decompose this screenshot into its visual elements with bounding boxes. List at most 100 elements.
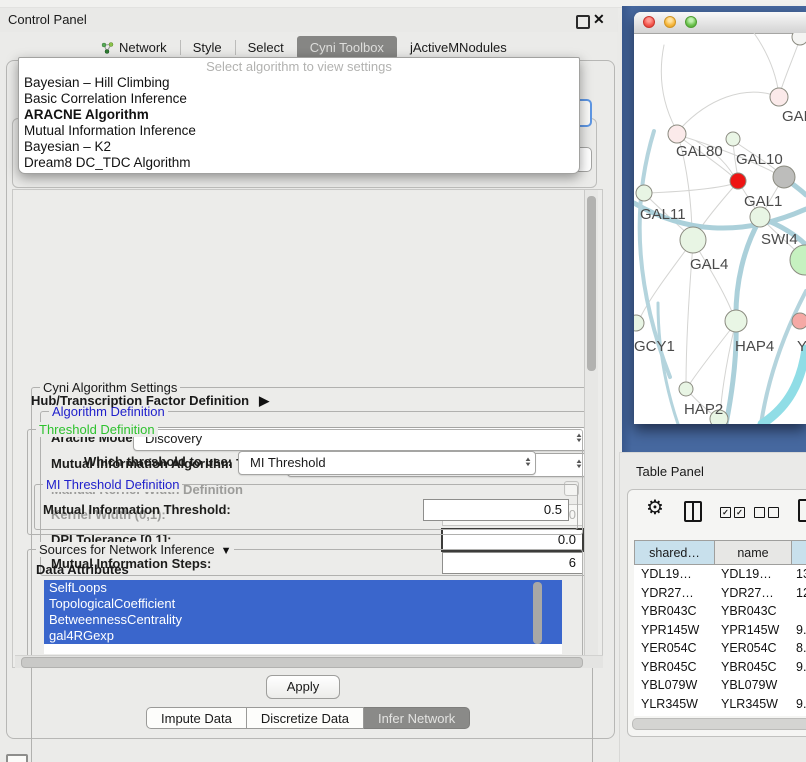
hub-factor-expander[interactable]: Hub/Transcription Factor Definition▶ [31, 393, 269, 409]
split-view-icon[interactable] [684, 501, 702, 522]
table-row[interactable]: YLR345WYLR345W9. [634, 695, 806, 714]
tab-label: Select [248, 40, 284, 55]
table-container: ⚙ ✓✓ shared…nameA YDL19…YDL19…13YDR27…YD… [627, 489, 806, 737]
attribute-item-selfloops[interactable]: SelfLoops [44, 580, 562, 596]
tab-impute-data[interactable]: Impute Data [146, 707, 247, 729]
table-row[interactable]: YIL052CYIL052C9 [634, 713, 806, 716]
gear-icon[interactable]: ⚙ [646, 495, 664, 520]
cell-shared-name: YBL079W [634, 678, 714, 692]
network-window-titlebar[interactable] [634, 12, 806, 34]
column-header-name[interactable]: name [714, 540, 791, 565]
collapsed-right-arrow-icon: ▶ [259, 393, 269, 408]
algorithm-option-aracne-algorithm[interactable]: ARACNE Algorithm [19, 107, 579, 123]
network-node[interactable] [634, 315, 644, 331]
network-edge [779, 39, 800, 96]
minimize-traffic-light-icon[interactable] [664, 16, 676, 28]
network-edge [661, 45, 678, 133]
table-header-row: shared…nameA [634, 540, 806, 565]
close-traffic-light-icon[interactable] [643, 16, 655, 28]
table-row[interactable]: YBR043CYBR043C [634, 602, 806, 621]
network-edge [754, 33, 779, 95]
zoom-traffic-light-icon[interactable] [685, 16, 697, 28]
attribute-item-topologicalcoefficient[interactable]: TopologicalCoefficient [44, 596, 562, 612]
column-header-a[interactable]: A [791, 540, 806, 565]
tab-select[interactable]: Select [235, 36, 297, 59]
bottom-tab-bar: Impute DataDiscretize DataInfer Network [146, 707, 470, 729]
algorithm-option-mutual-information-inference[interactable]: Mutual Information Inference [19, 123, 579, 139]
network-node[interactable] [750, 207, 770, 227]
attribute-item-gal4rgexp[interactable]: gal4RGexp [44, 628, 562, 644]
network-node[interactable] [730, 173, 746, 189]
table-scrollbar-thumb[interactable] [632, 718, 806, 730]
network-node[interactable] [726, 132, 740, 146]
export-table-icon[interactable] [798, 499, 806, 522]
network-graph[interactable]: GALGAL80GAL10GAL1GAL11SWI4GAL4GCY1HAP4YH… [634, 33, 806, 424]
mi-threshold-group-title: MI Threshold Definition [43, 477, 182, 492]
algorithm-option-dream8-dc-tdc-algorithm[interactable]: Dream8 DC_TDC Algorithm [19, 155, 579, 171]
cell-name: YLR345W [714, 697, 791, 711]
close-icon[interactable]: ✕ [593, 11, 605, 28]
apply-button[interactable]: Apply [266, 675, 340, 699]
algorithm-option-bayesian-hill-climbing[interactable]: Bayesian – Hill Climbing [19, 75, 579, 91]
threshold-definition-group: Threshold Definition Which threshold to … [27, 429, 583, 535]
table-row[interactable]: YDR27…YDR27…12 [634, 584, 806, 603]
tab-infer-network[interactable]: Infer Network [364, 707, 470, 729]
table-row[interactable]: YER054CYER054C8. [634, 639, 806, 658]
network-icon [101, 42, 114, 54]
tab-discretize-data[interactable]: Discretize Data [247, 707, 364, 729]
float-window-icon[interactable] [576, 15, 590, 29]
table-row[interactable]: YDL19…YDL19…13 [634, 565, 806, 584]
network-node[interactable] [792, 33, 806, 45]
network-node[interactable] [725, 310, 747, 332]
network-node[interactable] [668, 125, 686, 143]
horizontal-scrollbar-thumb[interactable] [21, 657, 583, 668]
table-horizontal-scrollbar[interactable] [632, 718, 806, 730]
tab-style[interactable]: Style [180, 36, 235, 59]
select-all-columns-icon[interactable]: ✓✓ [720, 507, 745, 518]
network-node[interactable] [770, 88, 788, 106]
vertical-scrollbar-thumb[interactable] [587, 196, 596, 371]
network-node-label: GAL11 [640, 206, 686, 223]
algorithm-option-basic-correlation-inference[interactable]: Basic Correlation Inference [19, 91, 579, 107]
mi-threshold-label: Mutual Information Threshold: [43, 502, 231, 517]
network-node-label: GAL10 [736, 151, 783, 168]
column-header-shared[interactable]: shared… [634, 540, 714, 565]
network-node[interactable] [790, 245, 806, 275]
application-root: Control Panel ✕ NetworkStyleSelectCyni T… [0, 0, 806, 762]
cell-name: YPR145W [714, 623, 791, 637]
settings-horizontal-scrollbar[interactable] [15, 655, 603, 668]
which-threshold-value: MI Threshold [250, 455, 326, 470]
network-node-label: SWI4 [761, 231, 798, 248]
table-row[interactable]: YBL079WYBL079W [634, 676, 806, 695]
threshold-definition-title: Threshold Definition [36, 422, 158, 437]
network-node[interactable] [680, 227, 706, 253]
unselect-all-columns-icon[interactable] [754, 507, 779, 518]
settings-scroll-pane: Cyni Algorithm Settings Algorithm Defini… [12, 189, 603, 668]
algorithm-dropdown-popup[interactable]: Select algorithm to view settings Bayesi… [18, 57, 580, 174]
mi-threshold-field[interactable]: 0.5 [423, 499, 569, 521]
network-node[interactable] [792, 313, 806, 329]
bottom-corner-icon[interactable] [6, 754, 28, 762]
cell-name: YIL052C [714, 715, 791, 716]
network-node[interactable] [773, 166, 795, 188]
network-canvas[interactable]: GALGAL80GAL10GAL1GAL11SWI4GAL4GCY1HAP4YH… [634, 33, 806, 424]
which-threshold-select[interactable]: MI Threshold ▲▼ [238, 451, 536, 475]
table-row[interactable]: YPR145WYPR145W9. [634, 621, 806, 640]
combo-stepper-icon: ▲▼ [525, 452, 531, 474]
tab-jactivemnodules[interactable]: jActiveMNodules [397, 36, 520, 59]
tab-cyni-toolbox[interactable]: Cyni Toolbox [297, 36, 397, 59]
algorithm-option-bayesian-k2[interactable]: Bayesian – K2 [19, 139, 579, 155]
network-node-label: GCY1 [634, 338, 675, 355]
sources-group-title[interactable]: Sources for Network Inference▼ [36, 542, 234, 557]
network-node[interactable] [679, 382, 693, 396]
table-row[interactable]: YBR045CYBR045C9. [634, 658, 806, 677]
data-attributes-list[interactable]: SelfLoopsTopologicalCoefficientBetweenne… [44, 580, 562, 654]
settings-vertical-scrollbar[interactable] [584, 190, 598, 667]
tab-network[interactable]: Network [88, 36, 180, 59]
network-node[interactable] [636, 185, 652, 201]
cell-shared-name: YIL052C [634, 715, 714, 716]
cell-name: YDL19… [714, 567, 791, 581]
attributes-scrollbar[interactable] [533, 582, 542, 644]
attribute-item-betweennesscentrality[interactable]: BetweennessCentrality [44, 612, 562, 628]
cell-value: 9. [791, 697, 806, 711]
